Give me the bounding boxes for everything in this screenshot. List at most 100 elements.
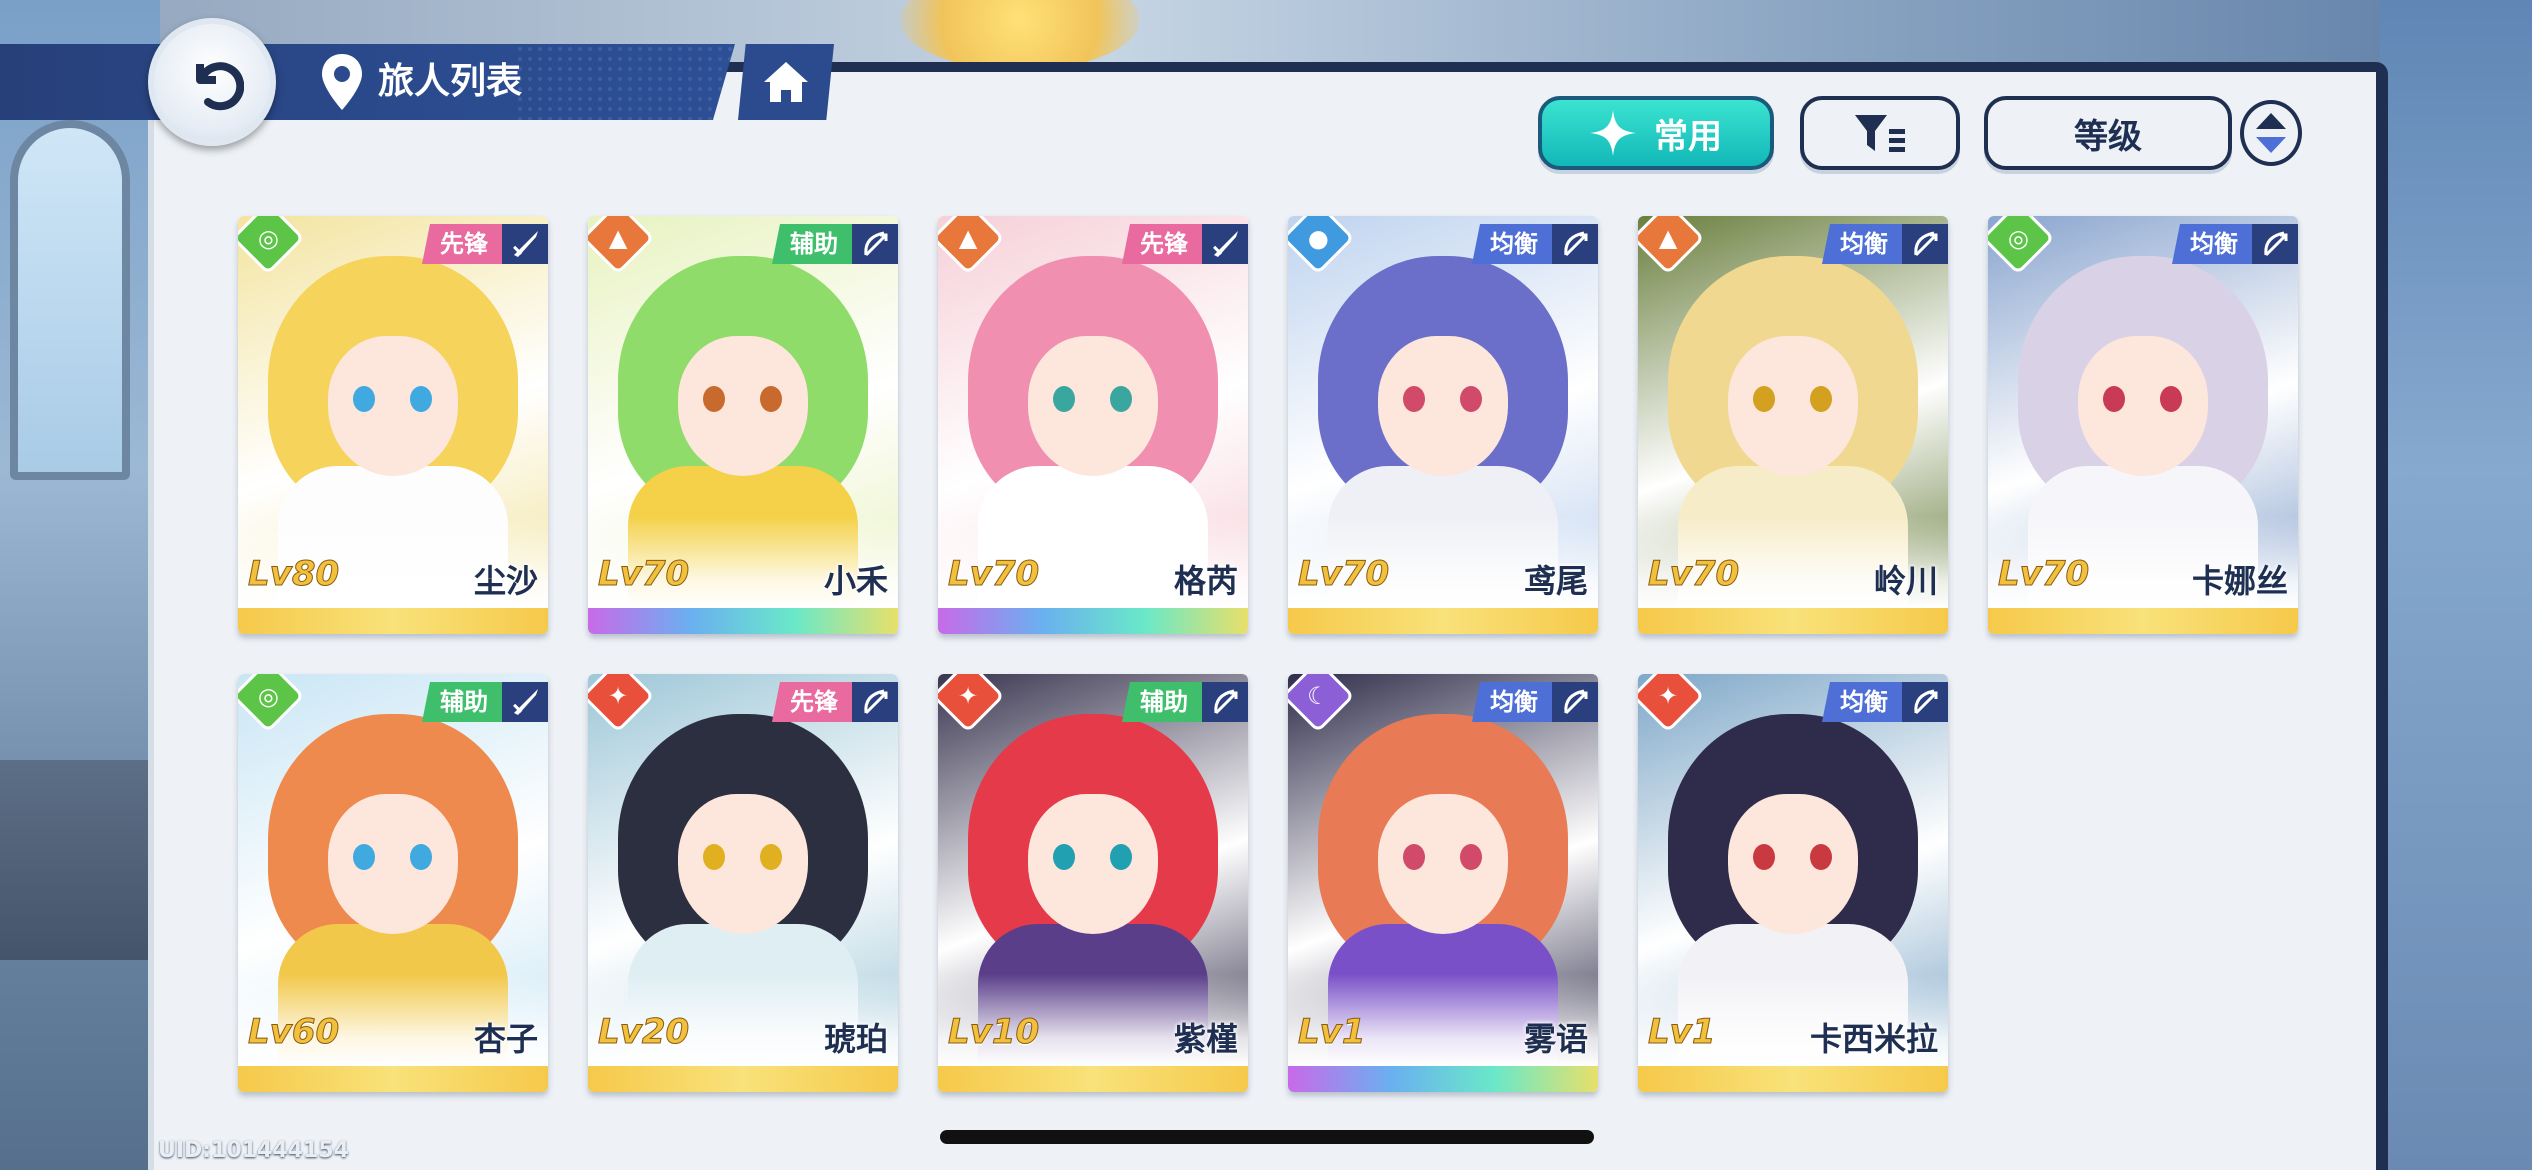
- sword-icon: [502, 682, 548, 722]
- portrait-eye: [1810, 844, 1832, 870]
- role-tag: 先锋: [772, 682, 852, 722]
- character-name: 尘沙: [473, 562, 538, 600]
- background-shelf: [0, 760, 150, 960]
- filter-button[interactable]: [1800, 96, 1960, 170]
- back-button[interactable]: [148, 18, 276, 146]
- rarity-strip: [238, 608, 548, 634]
- portrait-eye: [1403, 386, 1425, 412]
- portrait-eye: [703, 386, 725, 412]
- portrait-eye: [1053, 844, 1075, 870]
- portrait-eye: [1460, 844, 1482, 870]
- character-card[interactable]: ▲ 先锋 Lv70 格芮: [938, 216, 1248, 634]
- header-bar: [0, 44, 735, 120]
- rarity-strip: [1288, 1066, 1598, 1092]
- character-level: Lv70: [1997, 554, 2090, 595]
- character-card[interactable]: ✦ 先锋 Lv20 琥珀: [588, 674, 898, 1092]
- home-indicator[interactable]: [940, 1130, 1594, 1144]
- portrait-eye: [1110, 844, 1132, 870]
- sort-order-icon: [2256, 113, 2286, 153]
- portrait-face: [1028, 336, 1158, 476]
- character-level: Lv80: [247, 554, 340, 595]
- page-title: 旅人列表: [378, 61, 523, 102]
- bow-icon: [1902, 682, 1948, 722]
- back-arrow-icon: [196, 62, 244, 111]
- portrait-face: [328, 336, 458, 476]
- portrait-eye: [353, 844, 375, 870]
- role-tag: 辅助: [422, 682, 502, 722]
- sword-icon: [1202, 224, 1248, 264]
- role-tag: 辅助: [772, 224, 852, 264]
- portrait-eye: [410, 386, 432, 412]
- sword-icon: [502, 224, 548, 264]
- character-card[interactable]: ▲ 均衡 Lv70 岭川: [1638, 216, 1948, 634]
- character-card[interactable]: ✦ 辅助 Lv10 紫槿: [938, 674, 1248, 1092]
- portrait-face: [1728, 794, 1858, 934]
- character-card[interactable]: ▲ 辅助 Lv70 小禾: [588, 216, 898, 634]
- portrait-eye: [760, 844, 782, 870]
- portrait-eye: [760, 386, 782, 412]
- portrait-eye: [703, 844, 725, 870]
- role-tag: 辅助: [1122, 682, 1202, 722]
- character-name: 紫槿: [1173, 1020, 1238, 1058]
- portrait-face: [678, 794, 808, 934]
- character-name: 卡娜丝: [2191, 562, 2288, 600]
- role-tag: 均衡: [1822, 682, 1902, 722]
- home-button[interactable]: [738, 44, 834, 120]
- character-card[interactable]: ● 均衡 Lv70 鸢尾: [1288, 216, 1598, 634]
- character-level: Lv70: [1647, 554, 1740, 595]
- character-card[interactable]: ◎ 辅助 Lv60 杏子: [238, 674, 548, 1092]
- character-card[interactable]: ☾ 均衡 Lv1 雾语: [1288, 674, 1598, 1092]
- character-name: 雾语: [1523, 1020, 1588, 1058]
- portrait-eye: [2103, 386, 2125, 412]
- portrait-eye: [1460, 386, 1482, 412]
- role-tag: 均衡: [1472, 224, 1552, 264]
- character-card[interactable]: ◎ 先锋 Lv80 尘沙: [238, 216, 548, 634]
- bow-icon: [1552, 224, 1598, 264]
- sort-by-button[interactable]: 等级: [1984, 96, 2232, 170]
- rarity-strip: [1988, 608, 2298, 634]
- character-card[interactable]: ◎ 均衡 Lv70 卡娜丝: [1988, 216, 2298, 634]
- character-level: Lv60: [247, 1012, 340, 1053]
- character-level: Lv70: [597, 554, 690, 595]
- portrait-face: [678, 336, 808, 476]
- background-sun: [900, 0, 1140, 70]
- portrait-face: [1028, 794, 1158, 934]
- portrait-eye: [1753, 386, 1775, 412]
- sparkle-icon: [1590, 110, 1636, 156]
- sort-order-button[interactable]: [2240, 100, 2302, 166]
- character-name: 杏子: [473, 1020, 538, 1058]
- character-level: Lv70: [1297, 554, 1390, 595]
- portrait-face: [1378, 336, 1508, 476]
- portrait-eye: [410, 844, 432, 870]
- rarity-strip: [938, 608, 1248, 634]
- character-level: Lv1: [1648, 1012, 1716, 1053]
- sort-by-label: 等级: [2074, 116, 2142, 157]
- rarity-strip: [588, 1066, 898, 1092]
- role-tag: 均衡: [2172, 224, 2252, 264]
- character-name: 鸢尾: [1523, 562, 1588, 600]
- bow-icon: [852, 682, 898, 722]
- role-tag: 均衡: [1822, 224, 1902, 264]
- portrait-eye: [1110, 386, 1132, 412]
- character-card[interactable]: ✦ 均衡 Lv1 卡西米拉: [1638, 674, 1948, 1092]
- character-level: Lv20: [597, 1012, 690, 1053]
- home-icon: [764, 62, 808, 102]
- role-tag: 先锋: [422, 224, 502, 264]
- portrait-eye: [2160, 386, 2182, 412]
- portrait-face: [328, 794, 458, 934]
- portrait-eye: [1403, 844, 1425, 870]
- portrait-eye: [353, 386, 375, 412]
- filter-icon: [1855, 115, 1905, 152]
- character-level: Lv1: [1298, 1012, 1366, 1053]
- bow-icon: [852, 224, 898, 264]
- bow-icon: [1202, 682, 1248, 722]
- character-name: 岭川: [1873, 562, 1938, 600]
- bow-icon: [2252, 224, 2298, 264]
- common-button[interactable]: 常用: [1538, 96, 1774, 170]
- role-tag: 先锋: [1122, 224, 1202, 264]
- user-id: UID:101444154: [158, 1138, 349, 1163]
- character-level: Lv10: [947, 1012, 1040, 1053]
- background-left: [0, 0, 160, 1170]
- character-name: 琥珀: [823, 1020, 888, 1058]
- rarity-strip: [1638, 1066, 1948, 1092]
